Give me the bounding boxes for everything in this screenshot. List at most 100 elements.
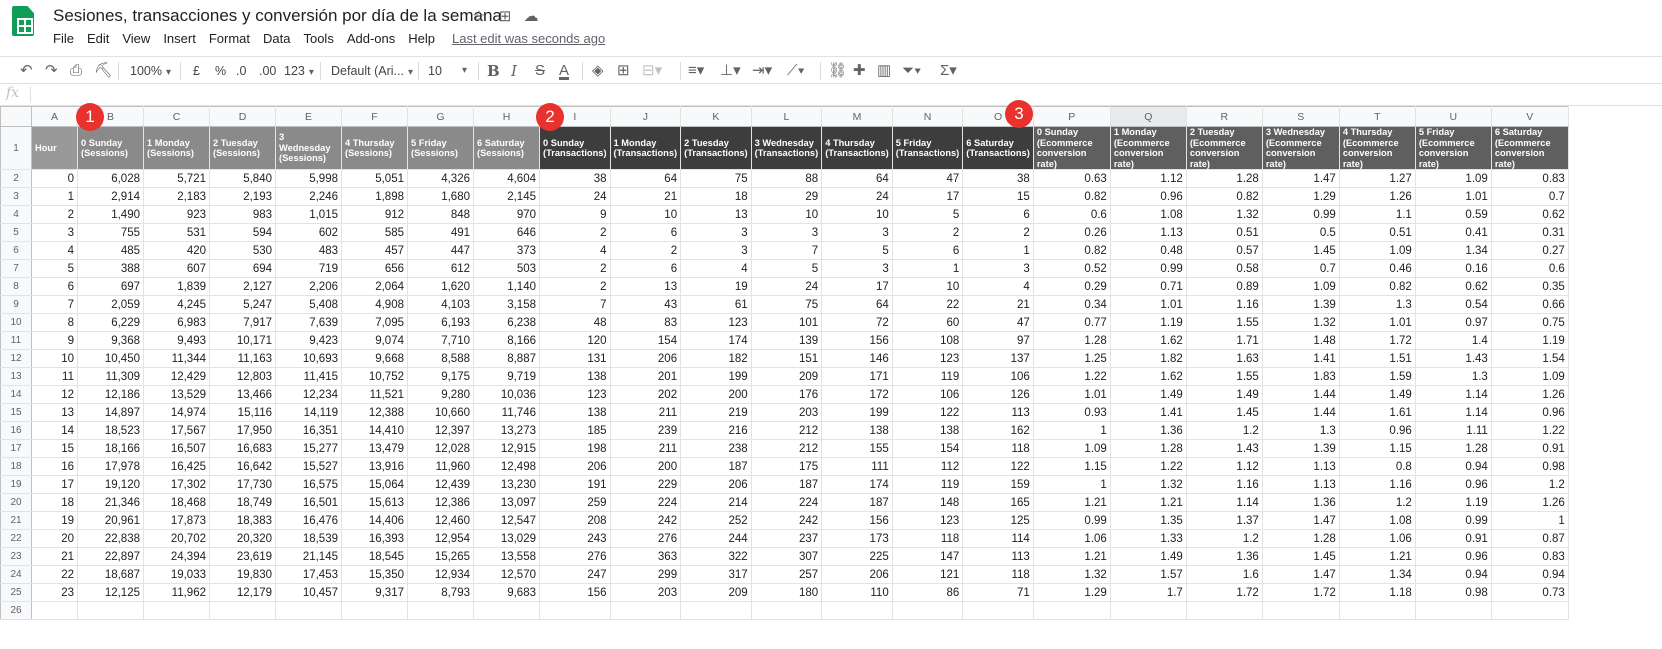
cell[interactable]: 198 — [539, 439, 611, 458]
cell[interactable]: 970 — [473, 205, 540, 224]
cell[interactable]: 1.16 — [1338, 475, 1416, 494]
functions-icon[interactable]: Σ▾ — [940, 61, 957, 81]
cell[interactable]: 6,983 — [143, 313, 210, 332]
cell[interactable]: 22 — [31, 565, 78, 584]
cell[interactable]: 1.12 — [1185, 457, 1263, 476]
cell[interactable]: 211 — [609, 403, 682, 422]
italic-icon[interactable]: I — [511, 61, 517, 81]
cell[interactable]: 1.49 — [1109, 547, 1187, 566]
strikethrough-icon[interactable]: S — [535, 61, 545, 81]
cell[interactable]: 10 — [891, 277, 964, 296]
row-header[interactable]: 6 — [0, 241, 32, 260]
cell[interactable]: 483 — [275, 241, 342, 260]
cell[interactable]: 118 — [891, 529, 964, 548]
cell[interactable]: 12,915 — [473, 439, 540, 458]
row-header[interactable]: 14 — [0, 385, 32, 404]
column-header-g[interactable]: G — [407, 106, 474, 127]
cell[interactable]: 13 — [680, 205, 752, 224]
cell[interactable]: 16,476 — [275, 511, 342, 530]
cell[interactable]: 491 — [407, 223, 474, 242]
column-header-k[interactable]: K — [680, 106, 752, 127]
header-cell[interactable]: 1 Monday (Ecommerce conversion rate) — [1109, 126, 1187, 170]
cell[interactable] — [275, 601, 342, 620]
cell[interactable]: 5,840 — [209, 169, 276, 188]
cell[interactable]: 8,887 — [473, 349, 540, 368]
header-cell[interactable]: 2 Tuesday (Transactions) — [680, 126, 752, 170]
cell[interactable]: 2,145 — [473, 187, 540, 206]
cell[interactable]: 11,309 — [77, 367, 144, 386]
select-all-corner[interactable] — [0, 106, 32, 127]
cell[interactable]: 1.3 — [1414, 367, 1492, 386]
cell[interactable]: 1.26 — [1338, 187, 1416, 206]
cell[interactable]: 43 — [609, 295, 682, 314]
cell[interactable]: 719 — [275, 259, 342, 278]
row-header[interactable]: 1 — [0, 126, 32, 170]
cell[interactable]: 276 — [609, 529, 682, 548]
cell[interactable]: 38 — [962, 169, 1034, 188]
cell[interactable]: 11,344 — [143, 349, 210, 368]
link-icon[interactable]: ⛓ — [828, 61, 847, 81]
cell[interactable]: 14,974 — [143, 403, 210, 422]
cell[interactable]: 0.71 — [1109, 277, 1187, 296]
cell[interactable]: 12,125 — [77, 583, 144, 602]
cell[interactable]: 1.28 — [1261, 529, 1340, 548]
cell[interactable]: 0.16 — [1414, 259, 1492, 278]
cell[interactable]: 9,280 — [407, 385, 474, 404]
cell[interactable]: 1.21 — [1032, 547, 1111, 566]
cell[interactable]: 24 — [750, 277, 823, 296]
cell[interactable]: 2 — [609, 241, 682, 260]
row-header[interactable]: 21 — [0, 511, 32, 530]
cell[interactable]: 307 — [750, 547, 823, 566]
cell[interactable]: 0.89 — [1185, 277, 1263, 296]
cell[interactable]: 19,033 — [143, 565, 210, 584]
cell[interactable]: 0.96 — [1109, 187, 1187, 206]
cell[interactable]: 1.43 — [1414, 349, 1492, 368]
cell[interactable] — [1490, 601, 1569, 620]
cell[interactable] — [1185, 601, 1263, 620]
cell[interactable]: 17,302 — [143, 475, 210, 494]
cell[interactable]: 503 — [473, 259, 540, 278]
cell[interactable]: 0.26 — [1032, 223, 1111, 242]
chevron-down-icon[interactable]: ▾ — [462, 61, 467, 81]
cell[interactable]: 22 — [891, 295, 964, 314]
star-icon[interactable]: ☆ — [470, 7, 488, 25]
cell[interactable]: 20,961 — [77, 511, 144, 530]
cell[interactable]: 0.83 — [1490, 169, 1569, 188]
cell[interactable]: 12,547 — [473, 511, 540, 530]
cell[interactable]: 1.13 — [1109, 223, 1187, 242]
header-cell[interactable]: 2 Tuesday (Sessions) — [209, 126, 276, 170]
cell[interactable]: 0.62 — [1414, 277, 1492, 296]
cell[interactable]: 244 — [680, 529, 752, 548]
cell[interactable]: 0.75 — [1490, 313, 1569, 332]
cell[interactable]: 0.46 — [1338, 259, 1416, 278]
cell[interactable]: 17,873 — [143, 511, 210, 530]
cell[interactable]: 1.54 — [1490, 349, 1569, 368]
cell[interactable]: 0.93 — [1032, 403, 1111, 422]
cell[interactable]: 1.22 — [1109, 457, 1187, 476]
cell[interactable]: 1.09 — [1338, 241, 1416, 260]
cell[interactable]: 1.36 — [1261, 493, 1340, 512]
column-header-v[interactable]: V — [1490, 106, 1569, 127]
cell[interactable]: 174 — [680, 331, 752, 350]
column-header-r[interactable]: R — [1185, 106, 1263, 127]
cell[interactable]: 12,028 — [407, 439, 474, 458]
cell[interactable]: 18 — [31, 493, 78, 512]
cell[interactable]: 15,277 — [275, 439, 342, 458]
cell[interactable]: 14,406 — [341, 511, 408, 530]
cell[interactable]: 14 — [31, 421, 78, 440]
cell[interactable]: 1.3 — [1261, 421, 1340, 440]
cell[interactable]: 10,036 — [473, 385, 540, 404]
cell[interactable]: 156 — [539, 583, 611, 602]
cell[interactable]: 209 — [750, 367, 823, 386]
cell[interactable]: 1.14 — [1185, 493, 1263, 512]
cell[interactable]: 4,245 — [143, 295, 210, 314]
cell[interactable]: 64 — [821, 169, 893, 188]
cell[interactable]: 19 — [680, 277, 752, 296]
cell[interactable]: 123 — [891, 511, 964, 530]
cell[interactable]: 9 — [539, 205, 611, 224]
cell[interactable]: 0.41 — [1414, 223, 1492, 242]
cell[interactable]: 530 — [209, 241, 276, 260]
row-header[interactable]: 2 — [0, 169, 32, 188]
cell[interactable]: 18,539 — [275, 529, 342, 548]
cell[interactable]: 12,179 — [209, 583, 276, 602]
